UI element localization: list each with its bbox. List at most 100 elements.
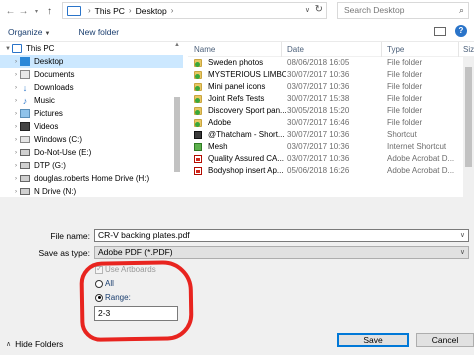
recent-dropdown-icon[interactable]: ▾	[30, 8, 43, 15]
chevron-down-icon[interactable]: ∨	[460, 247, 465, 258]
nav-scrollbar[interactable]: ▲	[172, 42, 182, 197]
file-row[interactable]: @Thatcham - Short... 30/07/2017 10:36 Sh…	[188, 129, 474, 141]
sidebar-item-label: Do-Not-Use (E:)	[34, 148, 92, 157]
file-name-field[interactable]: CR-V backing plates.pdf ∨	[94, 229, 469, 242]
file-row[interactable]: Joint Refs Tests 30/07/2017 15:38 File f…	[188, 93, 474, 105]
documents-icon	[20, 70, 30, 79]
search-icon: ⌕	[458, 5, 464, 15]
sidebar-item-pictures[interactable]: › Pictures	[0, 107, 183, 120]
folder-sync-icon	[194, 119, 202, 127]
file-row[interactable]: Mini panel icons 03/07/2017 10:36 File f…	[188, 81, 474, 93]
forward-arrow-icon[interactable]: →	[17, 6, 30, 17]
organize-label: Organize	[8, 26, 43, 37]
sidebar-item-home-drive-h[interactable]: › douglas.roberts Home Drive (H:)	[0, 172, 183, 185]
cancel-button[interactable]: Cancel	[416, 333, 474, 347]
sidebar-item-label: Desktop	[34, 57, 64, 66]
column-divider[interactable]	[381, 42, 382, 57]
up-arrow-icon[interactable]: ↑	[43, 6, 56, 17]
save-button[interactable]: Save	[337, 333, 409, 347]
breadcrumb-separator-icon[interactable]: ›	[171, 6, 174, 15]
file-type: Adobe Acrobat D...	[387, 154, 455, 163]
breadcrumb[interactable]: › This PC › Desktop › ∨ ↻	[62, 2, 327, 19]
chevron-right-icon[interactable]: ›	[12, 98, 20, 104]
hide-folders-button[interactable]: ∧ Hide Folders	[6, 339, 63, 349]
file-type: Adobe Acrobat D...	[387, 166, 455, 175]
sidebar-item-label: DTP (G:)	[34, 161, 66, 170]
file-row[interactable]: Discovery Sport pan... 30/05/2018 15:20 …	[188, 105, 474, 117]
file-type: File folder	[387, 106, 423, 115]
sidebar-item-music[interactable]: › ♪ Music	[0, 94, 183, 107]
column-header-date[interactable]: Date	[287, 45, 304, 54]
pc-icon	[12, 44, 22, 53]
file-type: File folder	[387, 118, 423, 127]
sidebar-item-this-pc[interactable]: ▼ This PC	[0, 42, 183, 55]
internet-shortcut-icon	[194, 143, 202, 151]
sidebar-item-label: douglas.roberts Home Drive (H:)	[34, 174, 150, 183]
file-row[interactable]: MYSTERIOUS LIMBO 30/07/2017 10:36 File f…	[188, 69, 474, 81]
chevron-down-icon[interactable]: ▼	[4, 46, 12, 52]
new-folder-button[interactable]: New folder	[78, 27, 119, 37]
sidebar-item-videos[interactable]: › Videos	[0, 120, 183, 133]
nav-scrollbar-thumb[interactable]	[174, 97, 180, 172]
pdf-icon	[194, 155, 202, 163]
chevron-down-icon[interactable]: ∨	[460, 230, 465, 241]
chevron-right-icon[interactable]: ›	[12, 163, 20, 169]
file-date: 30/07/2017 16:46	[287, 118, 350, 127]
column-header-type[interactable]: Type	[387, 45, 404, 54]
file-name: Discovery Sport pan...	[208, 106, 286, 115]
breadcrumb-separator-icon[interactable]: ›	[88, 6, 91, 15]
downloads-icon: ↓	[22, 82, 28, 93]
file-name: Adobe	[208, 118, 232, 127]
chevron-right-icon[interactable]: ›	[12, 189, 20, 195]
network-drive-icon	[20, 175, 30, 182]
chevron-right-icon[interactable]: ›	[12, 111, 20, 117]
sidebar-item-do-not-use-e[interactable]: › Do-Not-Use (E:)	[0, 146, 183, 159]
search-input[interactable]: Search Desktop ⌕	[337, 2, 469, 19]
file-row[interactable]: Bodyshop insert Ap... 05/06/2018 16:26 A…	[188, 165, 474, 177]
sidebar-item-downloads[interactable]: › ↓ Downloads	[0, 81, 183, 94]
file-type: File folder	[387, 94, 423, 103]
file-row[interactable]: Quality Assured CA... 03/07/2017 10:36 A…	[188, 153, 474, 165]
column-divider[interactable]	[281, 42, 282, 57]
shortcut-icon	[194, 131, 202, 139]
file-name: Quality Assured CA...	[208, 154, 285, 163]
scroll-up-icon[interactable]: ▲	[174, 42, 180, 48]
file-name: Mini panel icons	[208, 82, 266, 91]
breadcrumb-separator-icon[interactable]: ›	[129, 6, 132, 15]
chevron-right-icon[interactable]: ›	[12, 176, 20, 182]
videos-icon	[20, 122, 30, 131]
sidebar-item-windows-c[interactable]: › Windows (C:)	[0, 133, 183, 146]
sidebar-item-desktop[interactable]: › Desktop	[0, 55, 183, 68]
file-row[interactable]: Sweden photos 08/06/2018 16:05 File fold…	[188, 57, 474, 69]
file-name: Sweden photos	[208, 58, 264, 67]
pictures-icon	[20, 109, 30, 118]
breadcrumb-this-pc[interactable]: This PC	[95, 6, 125, 16]
chevron-right-icon[interactable]: ›	[12, 72, 20, 78]
column-header-name[interactable]: Name	[194, 45, 215, 54]
view-options-icon[interactable]	[434, 27, 446, 36]
chevron-right-icon[interactable]: ›	[12, 59, 20, 65]
file-list-scrollbar[interactable]	[463, 57, 474, 197]
search-placeholder: Search Desktop	[344, 5, 405, 15]
file-list-scrollbar-thumb[interactable]	[465, 67, 472, 167]
breadcrumb-desktop[interactable]: Desktop	[136, 6, 167, 16]
file-row[interactable]: Mesh 03/07/2017 10:36 Internet Shortcut	[188, 141, 474, 153]
file-name: Mesh	[208, 142, 228, 151]
sidebar-item-dtp-g[interactable]: › DTP (G:)	[0, 159, 183, 172]
save-as-type-select[interactable]: Adobe PDF (*.PDF) ∨	[94, 246, 469, 259]
organize-button[interactable]: Organize ▼	[8, 27, 50, 37]
file-row[interactable]: Adobe 30/07/2017 16:46 File folder	[188, 117, 474, 129]
column-header-size[interactable]: Siz	[463, 45, 474, 54]
column-divider[interactable]	[458, 42, 459, 57]
refresh-icon[interactable]: ↻	[315, 4, 323, 15]
chevron-down-icon[interactable]: ∨	[305, 6, 310, 14]
help-icon[interactable]: ?	[455, 25, 467, 37]
back-arrow-icon[interactable]: ←	[4, 6, 17, 17]
chevron-right-icon[interactable]: ›	[12, 85, 20, 91]
chevron-right-icon[interactable]: ›	[12, 124, 20, 130]
sidebar-item-documents[interactable]: › Documents	[0, 68, 183, 81]
file-name: MYSTERIOUS LIMBO	[208, 70, 286, 79]
chevron-right-icon[interactable]: ›	[12, 137, 20, 143]
chevron-right-icon[interactable]: ›	[12, 150, 20, 156]
desktop-icon	[20, 57, 30, 66]
